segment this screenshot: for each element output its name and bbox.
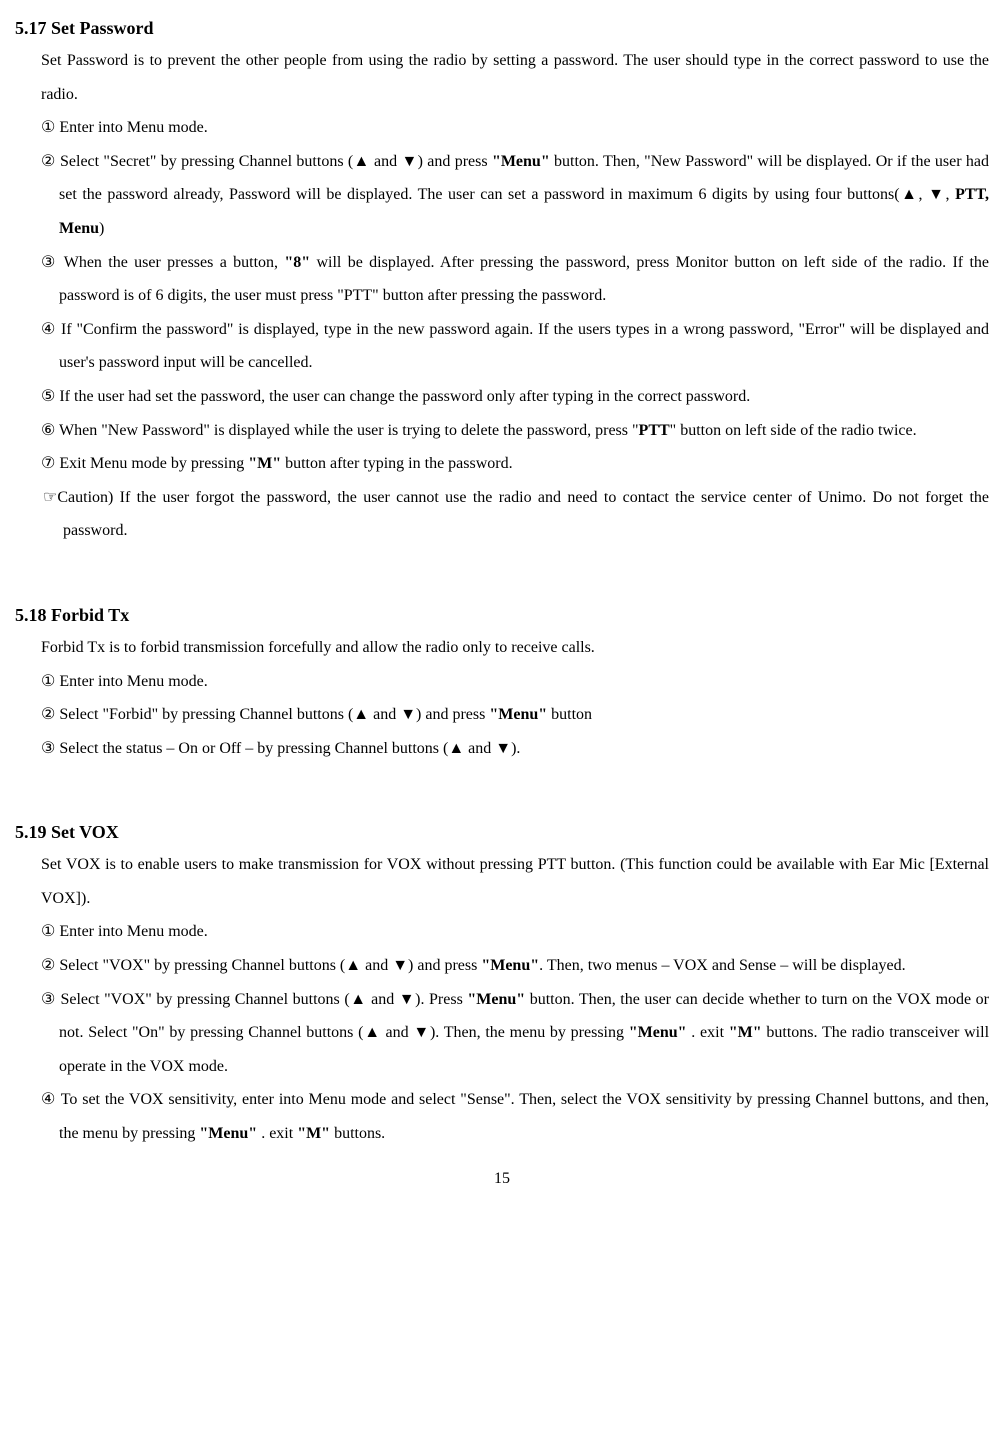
list-item: ② Select "Forbid" by pressing Channel bu…	[41, 698, 989, 732]
text: ④ To set the VOX sensitivity, enter into…	[41, 1091, 989, 1142]
text: ③ When the user presses a button,	[41, 254, 284, 271]
list-item: ⑦ Exit Menu mode by pressing "M" button …	[41, 447, 989, 481]
bold-text: "8"	[284, 254, 310, 271]
bold-text: "M"	[297, 1125, 330, 1142]
bold-text: "M"	[729, 1024, 762, 1041]
section-heading: 5.18 Forbid Tx	[15, 602, 989, 629]
list-item: ② Select "Secret" by pressing Channel bu…	[41, 145, 989, 246]
text: button after typing in the password.	[281, 455, 513, 472]
text: button	[547, 706, 592, 723]
text: ② Select "Forbid" by pressing Channel bu…	[41, 706, 489, 723]
bold-text: "Menu"	[199, 1125, 257, 1142]
list-item: ② Select "VOX" by pressing Channel butto…	[41, 949, 989, 983]
text: ② Select "VOX" by pressing Channel butto…	[41, 957, 481, 974]
text: . exit	[257, 1125, 297, 1142]
bold-text: "Menu"	[467, 991, 525, 1008]
section-heading: 5.19 Set VOX	[15, 819, 989, 846]
bold-text: "Menu"	[481, 957, 539, 974]
bold-text: "M"	[248, 455, 281, 472]
bold-text: "Menu"	[489, 706, 547, 723]
list-item: ① Enter into Menu mode.	[41, 665, 989, 699]
text: ③ Select "VOX" by pressing Channel butto…	[41, 991, 467, 1008]
text: . Then, two menus – VOX and Sense – will…	[539, 957, 905, 974]
section-intro: Set VOX is to enable users to make trans…	[41, 848, 989, 915]
list-item: ③ When the user presses a button, "8" wi…	[41, 246, 989, 313]
bold-text: PTT	[639, 422, 670, 439]
text: buttons.	[330, 1125, 385, 1142]
text: ⑥ When "New Password" is displayed while…	[41, 422, 639, 439]
list-item: ① Enter into Menu mode.	[41, 915, 989, 949]
text: " button on left side of the radio twice…	[670, 422, 917, 439]
text: ⑦ Exit Menu mode by pressing	[41, 455, 248, 472]
page-number: 15	[15, 1171, 989, 1187]
section-intro: Forbid Tx is to forbid transmission forc…	[41, 631, 989, 665]
bold-text: "Menu"	[629, 1024, 687, 1041]
bold-text: "Menu"	[492, 153, 550, 170]
text: . exit	[687, 1024, 729, 1041]
list-item: ⑥ When "New Password" is displayed while…	[41, 414, 989, 448]
text: )	[99, 220, 104, 237]
list-item: ③ Select "VOX" by pressing Channel butto…	[41, 983, 989, 1084]
list-item: ③ Select the status – On or Off – by pre…	[41, 732, 989, 766]
section-heading: 5.17 Set Password	[15, 15, 989, 42]
caution-note: ☞Caution) If the user forgot the passwor…	[43, 481, 989, 548]
list-item: ④ To set the VOX sensitivity, enter into…	[41, 1083, 989, 1150]
list-item: ⑤ If the user had set the password, the …	[41, 380, 989, 414]
list-item: ④ If "Confirm the password" is displayed…	[41, 313, 989, 380]
section-intro: Set Password is to prevent the other peo…	[41, 44, 989, 111]
list-item: ① Enter into Menu mode.	[41, 111, 989, 145]
text: ② Select "Secret" by pressing Channel bu…	[41, 153, 492, 170]
